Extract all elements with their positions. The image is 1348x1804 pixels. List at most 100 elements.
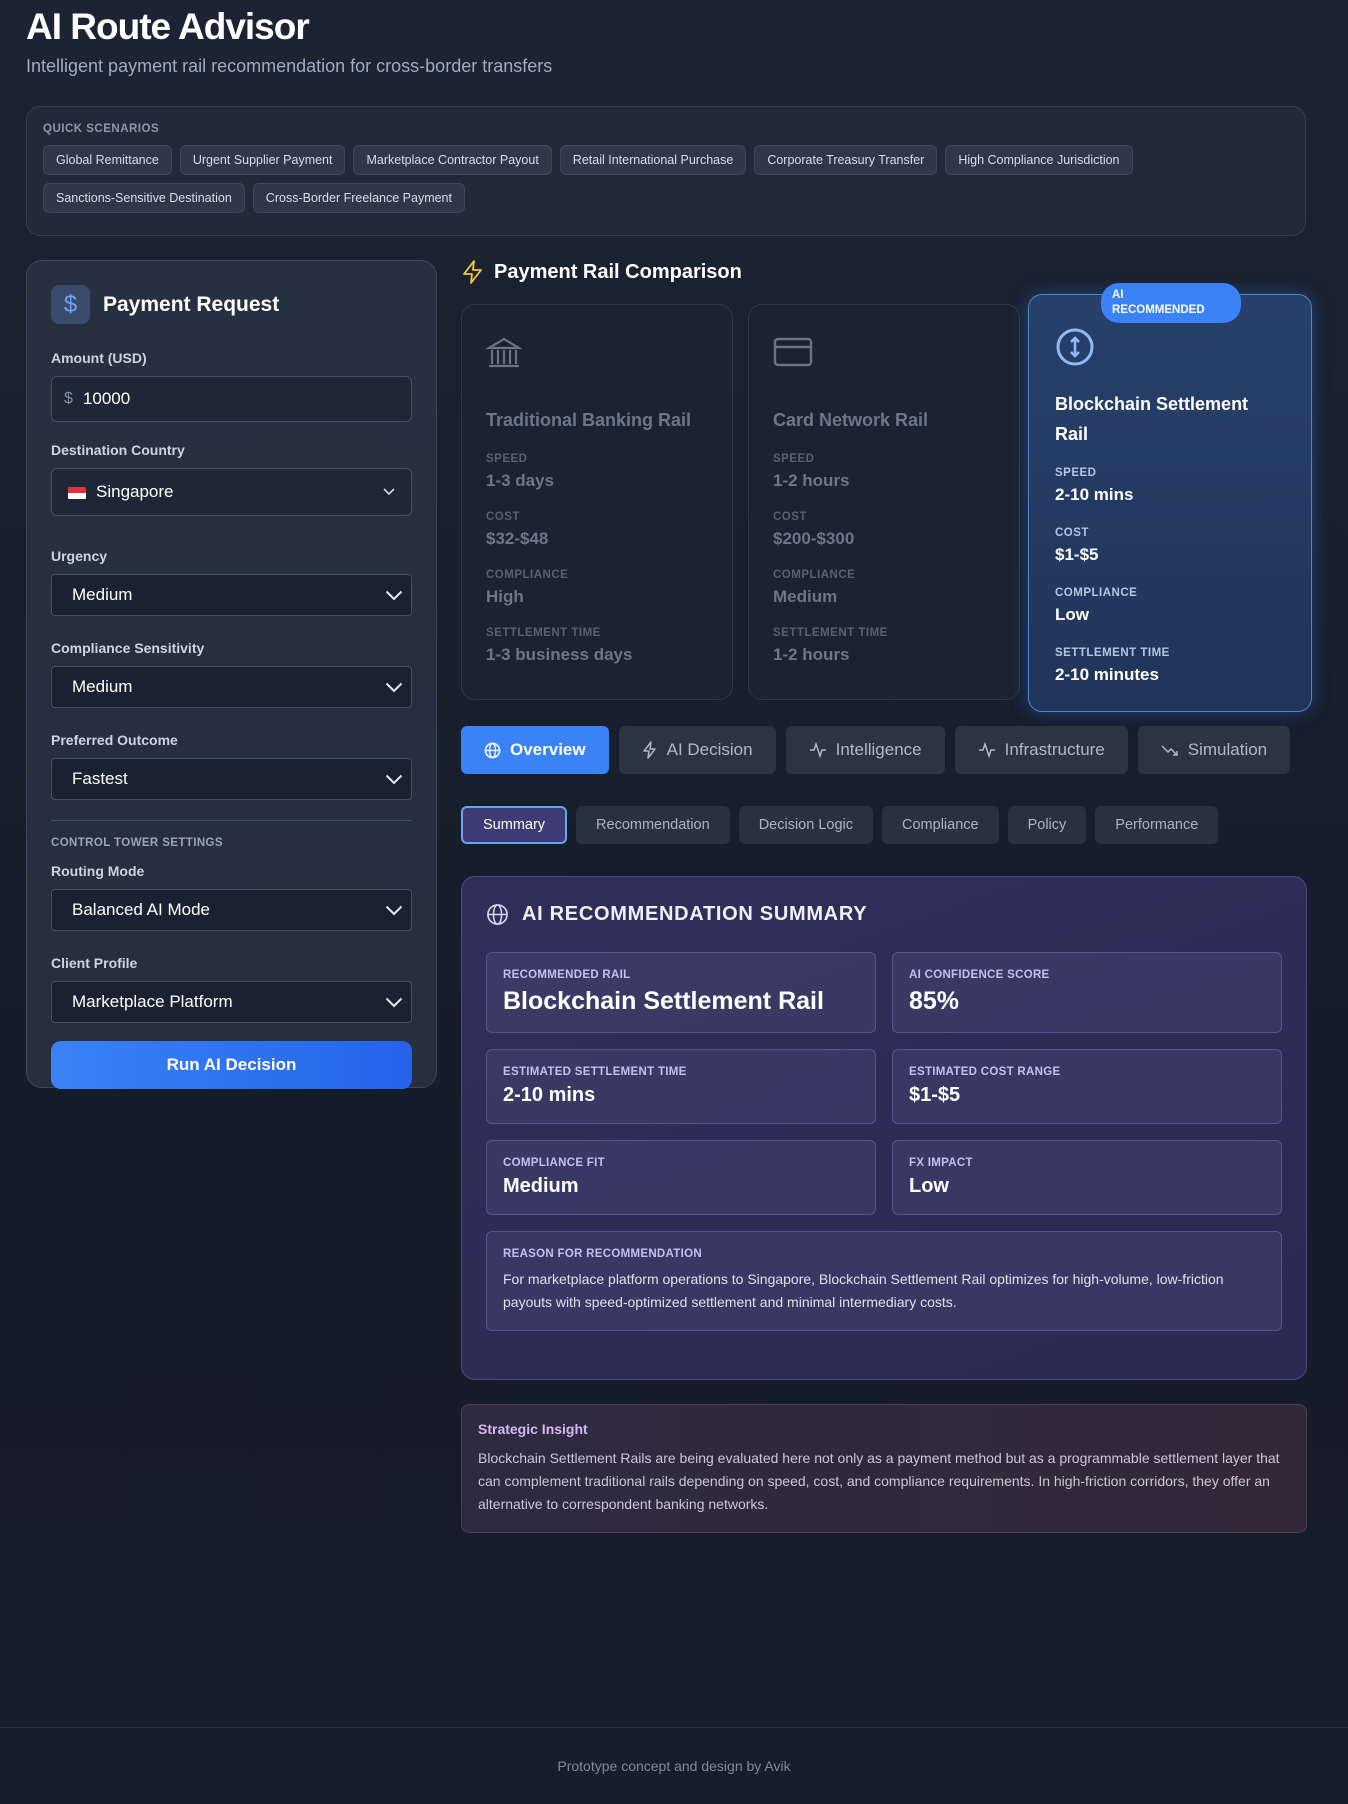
- card-label: ESTIMATED COST RANGE: [909, 1066, 1061, 1078]
- payment-request-panel: $ Payment Request Amount (USD) $ 10000 D…: [26, 260, 437, 1089]
- tab-label: Infrastructure: [1004, 740, 1105, 759]
- cost-value: $1-$5: [1055, 545, 1099, 564]
- footer: Prototype concept and design by Avik: [0, 1727, 1348, 1804]
- subtab-compliance[interactable]: Compliance: [882, 806, 999, 844]
- chevron-down-icon: [383, 676, 405, 698]
- cost-label: COST: [486, 511, 520, 523]
- singapore-flag-icon: [68, 486, 86, 499]
- tab-label: Intelligence: [835, 740, 922, 759]
- main-tabs: Overview AI Decision Intelligence Infras…: [461, 726, 1291, 774]
- cost-label: COST: [773, 511, 807, 523]
- globe-icon: [486, 903, 509, 926]
- ai-recommended-badge: AI RECOMMENDED: [1101, 283, 1241, 323]
- rail-card-card-network[interactable]: Card Network Rail SPEED 1-2 hours COST $…: [748, 304, 1020, 700]
- preferred-outcome-value: Fastest: [72, 769, 128, 788]
- compliance-sensitivity-value: Medium: [72, 677, 133, 696]
- subtab-recommendation[interactable]: Recommendation: [576, 806, 730, 844]
- scenario-chip[interactable]: Marketplace Contractor Payout: [353, 145, 552, 175]
- cost-label: COST: [1055, 527, 1089, 539]
- summary-title: AI RECOMMENDATION SUMMARY: [522, 903, 868, 925]
- trending-down-icon: [1161, 743, 1179, 757]
- client-profile-select[interactable]: Marketplace Platform: [51, 981, 412, 1023]
- amount-value: 10000: [82, 389, 131, 408]
- destination-select[interactable]: Singapore: [51, 468, 412, 516]
- reason-label: REASON FOR RECOMMENDATION: [503, 1248, 702, 1260]
- subtab-performance[interactable]: Performance: [1095, 806, 1219, 844]
- routing-mode-value: Balanced AI Mode: [72, 900, 210, 919]
- run-ai-decision-button[interactable]: Run AI Decision: [51, 1041, 412, 1089]
- rail-card-traditional-banking[interactable]: Traditional Banking Rail SPEED 1-3 days …: [461, 304, 733, 700]
- fx-impact-card: FX IMPACT Low: [892, 1140, 1282, 1215]
- dollar-icon: $: [51, 285, 90, 324]
- tab-overview[interactable]: Overview: [461, 726, 609, 774]
- compliance-sensitivity-select[interactable]: Medium: [51, 666, 412, 708]
- subtab-policy[interactable]: Policy: [1007, 806, 1087, 844]
- card-label: AI CONFIDENCE SCORE: [909, 969, 1050, 981]
- rail-comparison-title: Payment Rail Comparison: [494, 260, 742, 283]
- urgency-label: Urgency: [51, 548, 108, 564]
- card-value: Medium: [503, 1175, 579, 1197]
- compliance-value: High: [486, 587, 524, 606]
- control-tower-title: CONTROL TOWER SETTINGS: [51, 837, 223, 849]
- card-value: Low: [909, 1175, 949, 1197]
- compliance-label: COMPLIANCE: [486, 569, 569, 581]
- insight-title: Strategic Insight: [478, 1421, 588, 1437]
- scenario-chip[interactable]: Corporate Treasury Transfer: [754, 145, 938, 175]
- compliance-value: Medium: [773, 587, 838, 606]
- page-subtitle: Intelligent payment rail recommendation …: [26, 56, 553, 76]
- tab-ai-decision[interactable]: AI Decision: [618, 726, 776, 774]
- compliance-sensitivity-label: Compliance Sensitivity: [51, 640, 205, 656]
- tab-simulation[interactable]: Simulation: [1137, 726, 1291, 774]
- page-title: AI Route Advisor: [26, 6, 310, 47]
- payment-request-title: Payment Request: [103, 292, 280, 316]
- tab-intelligence[interactable]: Intelligence: [785, 726, 945, 774]
- cost-range-card: ESTIMATED COST RANGE $1-$5: [892, 1049, 1282, 1124]
- tab-label: Overview: [510, 740, 586, 759]
- activity-icon: [809, 742, 827, 758]
- speed-value: 2-10 mins: [1055, 485, 1134, 504]
- speed-label: SPEED: [486, 453, 528, 465]
- preferred-outcome-select[interactable]: Fastest: [51, 758, 412, 800]
- quick-scenarios-panel: QUICK SCENARIOS Global Remittance Urgent…: [26, 106, 1306, 236]
- rail-card-blockchain-settlement[interactable]: AI RECOMMENDED Blockchain Settlement Rai…: [1028, 283, 1312, 712]
- subtab-decision-logic[interactable]: Decision Logic: [738, 806, 874, 844]
- routing-mode-select[interactable]: Balanced AI Mode: [51, 889, 412, 931]
- cost-value: $32-$48: [486, 529, 549, 548]
- subtab-summary[interactable]: Summary: [461, 806, 568, 844]
- tab-infrastructure[interactable]: Infrastructure: [954, 726, 1128, 774]
- rail-name: Blockchain Settlement Rail: [1055, 394, 1249, 444]
- chevron-down-icon: [383, 488, 395, 496]
- scenario-chip[interactable]: Cross-Border Freelance Payment: [252, 183, 465, 213]
- lightning-icon: [462, 260, 484, 284]
- scenario-chip[interactable]: High Compliance Jurisdiction: [945, 145, 1133, 175]
- urgency-value: Medium: [72, 585, 133, 604]
- scenario-chip[interactable]: Global Remittance: [43, 145, 172, 175]
- card-value: 2-10 mins: [503, 1084, 596, 1106]
- scenario-chip[interactable]: Sanctions-Sensitive Destination: [43, 183, 245, 213]
- tab-label: AI Decision: [666, 740, 753, 759]
- chevron-down-icon: [383, 991, 405, 1013]
- urgency-select[interactable]: Medium: [51, 574, 412, 616]
- rail-name: Traditional Banking Rail: [486, 410, 692, 430]
- scenario-chip[interactable]: Urgent Supplier Payment: [179, 145, 346, 175]
- amount-input[interactable]: $ 10000: [51, 376, 412, 422]
- scenario-chip[interactable]: Retail International Purchase: [559, 145, 747, 175]
- destination-value: Singapore: [96, 482, 174, 501]
- lightning-icon: [642, 741, 658, 759]
- card-value: Blockchain Settlement Rail: [503, 987, 824, 1015]
- currency-prefix: $: [64, 390, 73, 407]
- compliance-label: COMPLIANCE: [1055, 587, 1138, 599]
- card-value: 85%: [909, 987, 960, 1015]
- credit-card-icon: [773, 335, 995, 387]
- compliance-fit-card: COMPLIANCE FIT Medium: [486, 1140, 876, 1215]
- compliance-label: COMPLIANCE: [773, 569, 856, 581]
- sub-tabs: Summary Recommendation Decision Logic Co…: [461, 806, 1219, 844]
- strategic-insight: Strategic Insight Blockchain Settlement …: [461, 1404, 1307, 1533]
- settlement-label: SETTLEMENT TIME: [1055, 647, 1170, 659]
- quick-scenarios-title: QUICK SCENARIOS: [43, 123, 160, 135]
- settlement-time-card: ESTIMATED SETTLEMENT TIME 2-10 mins: [486, 1049, 876, 1124]
- cost-value: $200-$300: [773, 529, 855, 548]
- speed-value: 1-3 days: [486, 471, 555, 490]
- confidence-score-card: AI CONFIDENCE SCORE 85%: [892, 952, 1282, 1033]
- recommended-rail-card: RECOMMENDED RAIL Blockchain Settlement R…: [486, 952, 876, 1033]
